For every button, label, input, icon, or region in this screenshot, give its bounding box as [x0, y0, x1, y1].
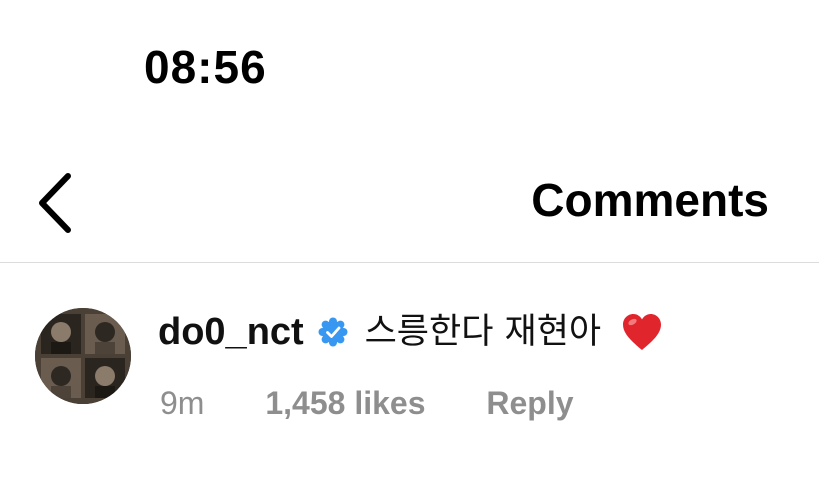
comments-header: Comments [0, 150, 819, 260]
comment-meta: 9m 1,458 likes Reply [160, 378, 574, 425]
comment-timestamp: 9m [160, 384, 205, 421]
avatar[interactable] [35, 308, 131, 404]
page-title: Comments [531, 174, 769, 226]
verified-badge-icon [318, 317, 348, 347]
reply-button[interactable]: Reply [486, 381, 573, 425]
chevron-left-icon [39, 173, 71, 233]
avatar-image [35, 308, 131, 404]
comment-item: do0_nct 스릉한다 재현아 9m 1,458 likes Reply [0, 300, 819, 450]
comment-likes-count[interactable]: 1,458 likes [265, 381, 425, 425]
comment-username[interactable]: do0_nct [158, 306, 304, 358]
comment-body: do0_nct 스릉한다 재현아 [158, 306, 664, 362]
status-bar-time: 08:56 [144, 41, 267, 93]
comment-text: 스릉한다 재현아 [364, 312, 602, 352]
back-button[interactable] [30, 168, 80, 238]
header-divider [0, 262, 819, 263]
heart-emoji-icon [622, 314, 661, 350]
